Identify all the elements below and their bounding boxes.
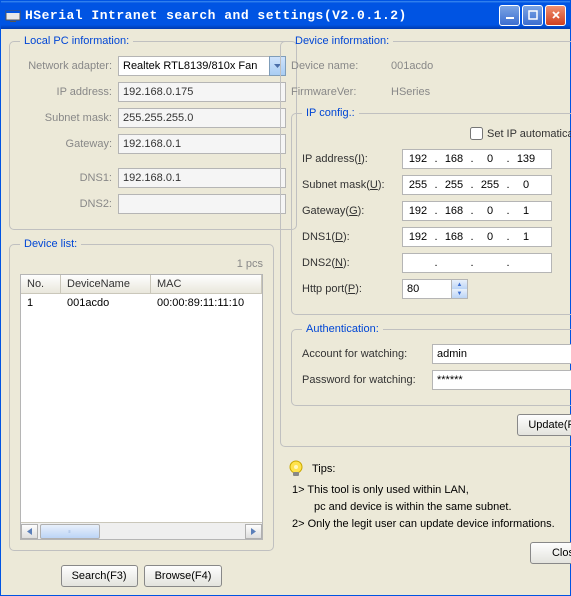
- tip-line-1: 1> This tool is only used within LAN,: [286, 484, 571, 496]
- local-ip-field: [118, 82, 286, 102]
- adapter-value[interactable]: [118, 56, 269, 76]
- auth-legend: Authentication:: [302, 323, 383, 335]
- app-window: HSerial Intranet search and settings(V2.…: [0, 0, 571, 596]
- update-button[interactable]: Update(F5): [517, 414, 571, 436]
- firmware-label: FirmwareVer:: [291, 86, 391, 98]
- close-dialog-button[interactable]: Close: [530, 542, 571, 564]
- ip-address-input[interactable]: ...: [402, 149, 552, 169]
- ip-config-legend: IP config.:: [302, 107, 359, 119]
- device-list-legend: Device list:: [20, 238, 81, 250]
- device-info-group: Device information: Device name:001acdo …: [280, 35, 571, 447]
- gateway-label: Gateway:: [20, 138, 118, 150]
- lightbulb-icon: [286, 459, 306, 479]
- account-input[interactable]: [432, 344, 571, 364]
- dns2-label: DNS2:: [20, 198, 118, 210]
- local-dns1-field: [118, 168, 286, 188]
- tips-title: Tips:: [312, 463, 335, 475]
- http-port-spinner[interactable]: ▲▼: [402, 279, 468, 299]
- ip-address-label: IP address(I):: [302, 153, 402, 165]
- gateway-input[interactable]: ...: [402, 201, 552, 221]
- http-port-label: Http port(P):: [302, 283, 402, 295]
- search-button[interactable]: Search(F3): [61, 565, 138, 587]
- ip-config-group: IP config.: Set IP automatically IP addr…: [291, 107, 571, 315]
- browse-button[interactable]: Browse(F4): [144, 565, 223, 587]
- spin-down-icon[interactable]: ▼: [452, 289, 467, 298]
- local-pc-group: Local PC information: Network adapter: I…: [9, 35, 297, 230]
- col-no[interactable]: No.: [21, 275, 61, 293]
- close-button[interactable]: [545, 5, 566, 26]
- dns1-label: DNS1:: [20, 172, 118, 184]
- col-mac[interactable]: MAC: [151, 275, 262, 293]
- password-label: Password for watching:: [302, 374, 432, 386]
- minimize-button[interactable]: [499, 5, 520, 26]
- gateway-label2: Gateway(G):: [302, 205, 402, 217]
- local-pc-legend: Local PC information:: [20, 35, 133, 47]
- password-input[interactable]: [432, 370, 571, 390]
- tip-line-2: 2> Only the legit user can update device…: [286, 518, 571, 530]
- table-row[interactable]: 1 001acdo 00:00:89:11:11:10: [21, 294, 262, 312]
- local-dns2-field: [118, 194, 286, 214]
- device-name-value: 001acdo: [391, 60, 433, 72]
- dns1-label2: DNS1(D):: [302, 231, 402, 243]
- subnet-mask-input[interactable]: ...: [402, 175, 552, 195]
- adapter-combo[interactable]: [118, 56, 286, 76]
- scroll-right-icon[interactable]: [245, 524, 262, 539]
- subnet-mask-label: Subnet mask(U):: [302, 179, 402, 191]
- firmware-value: HSeries: [391, 86, 430, 98]
- tip-line-1b: pc and device is within the same subnet.: [286, 501, 571, 513]
- scroll-left-icon[interactable]: [21, 524, 38, 539]
- local-subnet-field: [118, 108, 286, 128]
- device-list-group: Device list: 1 pcs No. DeviceName MAC 1 …: [9, 238, 274, 551]
- titlebar[interactable]: HSerial Intranet search and settings(V2.…: [1, 1, 570, 29]
- device-count: 1 pcs: [237, 258, 263, 270]
- auth-group: Authentication: Account for watching: Pa…: [291, 323, 571, 406]
- ip-label: IP address:: [20, 86, 118, 98]
- dns2-input[interactable]: ...: [402, 253, 552, 273]
- adapter-label: Network adapter:: [20, 60, 118, 72]
- account-label: Account for watching:: [302, 348, 432, 360]
- app-icon: [5, 7, 21, 23]
- spin-up-icon[interactable]: ▲: [452, 280, 467, 289]
- auto-ip-checkbox[interactable]: Set IP automatically: [470, 127, 571, 140]
- dns1-input[interactable]: ...: [402, 227, 552, 247]
- col-name[interactable]: DeviceName: [61, 275, 151, 293]
- subnet-label: Subnet mask:: [20, 112, 118, 124]
- horizontal-scrollbar[interactable]: ≡: [21, 522, 262, 539]
- device-info-legend: Device information:: [291, 35, 393, 47]
- dns2-label2: DNS2(N):: [302, 257, 402, 269]
- window-title: HSerial Intranet search and settings(V2.…: [25, 8, 499, 23]
- local-gateway-field: [118, 134, 286, 154]
- maximize-button[interactable]: [522, 5, 543, 26]
- device-grid[interactable]: No. DeviceName MAC 1 001acdo 00:00:89:11…: [20, 274, 263, 540]
- tips-panel: Tips: 1> This tool is only used within L…: [280, 455, 571, 534]
- scroll-thumb[interactable]: ≡: [40, 524, 100, 539]
- device-name-label: Device name:: [291, 60, 391, 72]
